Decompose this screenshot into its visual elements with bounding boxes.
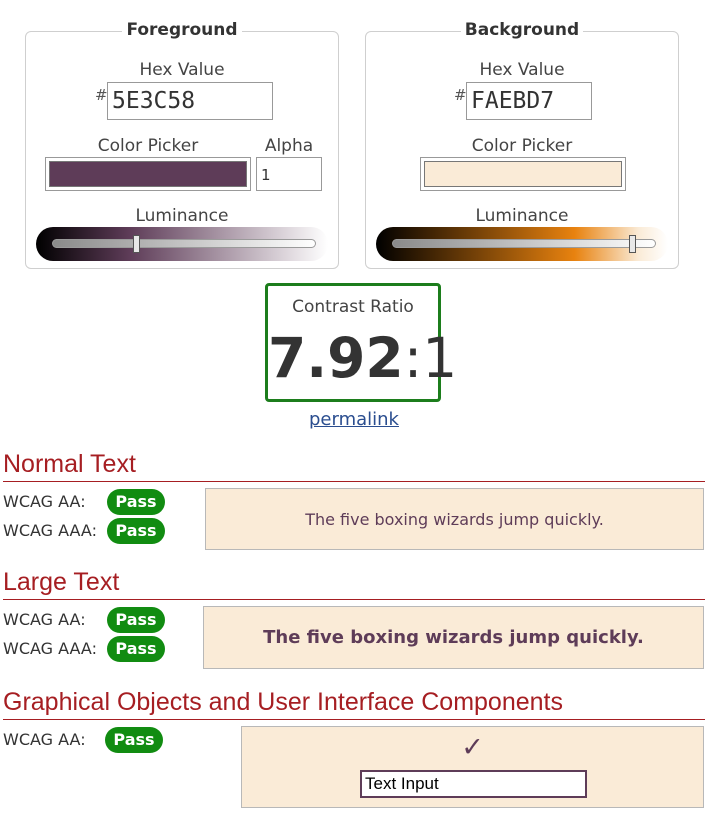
foreground-picker-label: Color Picker	[97, 136, 199, 156]
normal-text-divider	[3, 481, 705, 482]
foreground-hex-input[interactable]: 5E3C58	[107, 82, 273, 120]
background-hash-symbol: #	[454, 86, 467, 104]
foreground-luminance-track	[52, 239, 316, 248]
normal-aa-label: WCAG AA:	[3, 492, 86, 511]
contrast-ratio-number: 7.92	[268, 326, 404, 390]
large-text-divider	[3, 599, 705, 600]
background-luminance-handle[interactable]	[628, 235, 636, 253]
large-aaa-pass-badge: Pass	[107, 636, 165, 662]
contrast-ratio-box: Contrast Ratio 7.92:1	[265, 283, 457, 402]
background-picker-label: Color Picker	[471, 136, 573, 156]
text-input-sample[interactable]: Text Input	[360, 770, 587, 798]
normal-aaa-label: WCAG AAA:	[3, 521, 97, 540]
checkmark-icon: ✓	[461, 732, 484, 763]
foreground-panel: Foreground Hex Value # 5E3C58 Color Pick…	[25, 20, 339, 269]
graphical-aa-pass-badge: Pass	[105, 727, 163, 753]
contrast-ratio-value: 7.92:1	[268, 326, 457, 390]
large-aaa-label: WCAG AAA:	[3, 639, 97, 658]
large-aa-label: WCAG AA:	[3, 610, 86, 629]
foreground-hash-symbol: #	[95, 86, 108, 104]
background-luminance-slider[interactable]	[376, 227, 668, 261]
background-title: Background	[460, 20, 584, 40]
contrast-ratio-suffix: 1	[422, 326, 458, 390]
background-hex-input[interactable]: FAEBD7	[466, 82, 592, 120]
background-luminance-track	[392, 239, 656, 248]
foreground-luminance-slider[interactable]	[36, 227, 328, 261]
normal-aaa-pass-badge: Pass	[107, 518, 165, 544]
alpha-label: Alpha	[264, 136, 314, 156]
normal-text-heading: Normal Text	[3, 450, 136, 478]
graphical-objects-divider	[3, 719, 705, 720]
graphical-aa-label: WCAG AA:	[3, 730, 86, 749]
background-color-picker[interactable]	[420, 157, 626, 191]
alpha-input[interactable]: 1	[256, 157, 322, 191]
large-aa-pass-badge: Pass	[107, 607, 165, 633]
foreground-title: Foreground	[122, 20, 242, 40]
normal-text-sample: The five boxing wizards jump quickly.	[205, 488, 704, 550]
graphical-objects-heading: Graphical Objects and User Interface Com…	[3, 688, 563, 716]
contrast-ratio-colon: :	[403, 326, 423, 390]
foreground-color-swatch	[49, 161, 247, 187]
normal-aa-pass-badge: Pass	[107, 489, 165, 515]
foreground-luminance-label: Luminance	[135, 206, 229, 226]
foreground-luminance-handle[interactable]	[132, 235, 140, 253]
background-luminance-label: Luminance	[475, 206, 569, 226]
large-text-heading: Large Text	[3, 568, 120, 596]
contrast-ratio-title: Contrast Ratio	[292, 297, 414, 317]
large-text-sample: The five boxing wizards jump quickly.	[203, 606, 704, 669]
background-hex-label: Hex Value	[479, 60, 565, 80]
foreground-hex-label: Hex Value	[139, 60, 225, 80]
permalink-link[interactable]: permalink	[0, 409, 708, 430]
background-color-swatch	[424, 161, 622, 187]
foreground-color-picker[interactable]	[45, 157, 251, 191]
graphical-objects-sample: ✓ Text Input	[241, 726, 704, 808]
background-panel: Background Hex Value # FAEBD7 Color Pick…	[365, 20, 679, 269]
